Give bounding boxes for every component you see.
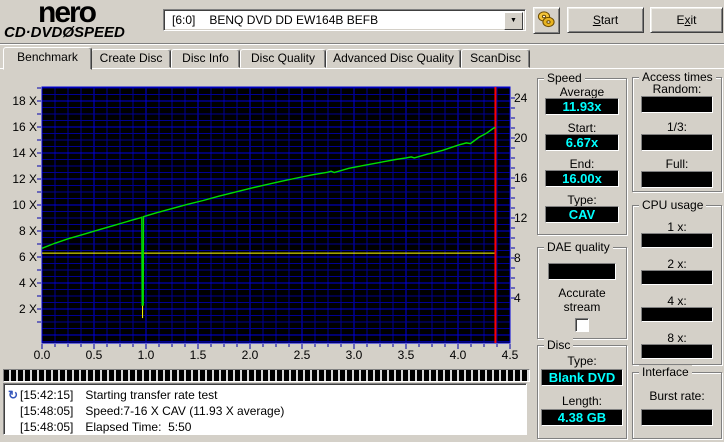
disc-panel: Disc Type: Blank DVD Length: 4.38 GB — [537, 338, 627, 439]
type-label: Type: — [567, 193, 597, 207]
cpu-8x-label: 8 x: — [667, 331, 687, 345]
y-left-tick: 8 X — [18, 224, 37, 238]
x-axis-tick: 4.0 — [449, 348, 467, 362]
tab-scandisc[interactable]: ScanDisc — [461, 49, 530, 68]
x-axis-tick: 1.0 — [137, 348, 155, 362]
log-entry: [15:48:05] Speed:7-16 X CAV (11.93 X aver… — [20, 404, 285, 418]
one-third-access-value — [641, 134, 713, 151]
burst-rate-value — [641, 409, 713, 426]
cpu-2x-value — [641, 270, 713, 285]
transfer-rate-chart: 18 X 16 X 14 X 12 X 10 X8 X6 X4 X2 X 24 20 16 12… — [0, 70, 532, 370]
dae-quality-panel: DAE quality Accurate stream — [537, 240, 627, 339]
tab-disc-quality[interactable]: Disc Quality — [240, 49, 326, 68]
cpu-1x-label: 1 x: — [667, 220, 687, 234]
y-left-tick: 10 X — [12, 198, 37, 212]
y-left-tick: 16 X — [12, 120, 37, 134]
disc-type-value: Blank DVD — [541, 369, 623, 386]
tab-disc-info[interactable]: Disc Info — [171, 49, 240, 68]
drive-name: BENQ DVD DD EW164B BEFB — [209, 13, 379, 27]
full-access-value — [641, 171, 713, 188]
toolbar-divider — [0, 43, 724, 45]
y-left-tick: 14 X — [12, 146, 37, 160]
random-access-label: Random: — [652, 82, 702, 96]
cpu-4x-label: 4 x: — [667, 294, 687, 308]
accurate-stream-label: Accurate stream — [558, 286, 606, 314]
toolbar: nero CD·DVDØSPEED [6:0] BENQ DVD DD EW164… — [0, 0, 724, 43]
interface-panel-title: Interface — [639, 365, 692, 379]
exit-button[interactable]: Exit — [650, 7, 723, 33]
progress-bar — [3, 369, 530, 382]
x-axis-tick: 0.0 — [33, 348, 51, 362]
chart-canvas — [37, 86, 515, 349]
logo-cddvdspeed-text: CD·DVDØSPEED — [4, 24, 125, 41]
speed-type-value: CAV — [545, 206, 619, 223]
disc-type-label: Type: — [567, 354, 597, 368]
disc-panel-title: Disc — [544, 338, 574, 352]
start-speed-value: 6.67x — [545, 134, 619, 151]
random-access-value — [641, 96, 713, 113]
gold-discs-icon — [537, 10, 555, 27]
speed-panel: Speed Average 11.93x Start: 6.67x End: 1… — [537, 71, 627, 235]
end-label: End: — [569, 157, 595, 171]
one-third-access-label: 1/3: — [666, 120, 687, 134]
x-axis-tick: 3.5 — [397, 348, 415, 362]
x-axis-tick: 2.5 — [293, 348, 311, 362]
burst-rate-label: Burst rate: — [649, 389, 705, 403]
disc-tools-button[interactable] — [533, 7, 560, 34]
cpu-8x-value — [641, 344, 713, 359]
cpu-usage-panel: CPU usage 1 x: 2 x: 4 x: 8 x: — [632, 198, 722, 365]
y-left-tick: 12 X — [12, 172, 37, 186]
start-label: Start: — [567, 121, 597, 135]
tab-bar: Benchmark Create Disc Disc Info Disc Qua… — [0, 47, 724, 70]
full-access-label: Full: — [665, 157, 689, 171]
dae-quality-value — [548, 263, 616, 280]
test-status-icon: ↻ — [7, 388, 19, 402]
y-left-tick: 6 X — [18, 250, 37, 264]
y-left-tick: 2 X — [18, 302, 37, 316]
disc-length-label: Length: — [561, 394, 603, 408]
y-left-tick: 18 X — [12, 94, 37, 108]
tab-benchmark[interactable]: Benchmark — [3, 47, 92, 70]
log-listbox: ↻ [15:42:15] Starting transfer rate test [… — [3, 383, 527, 435]
start-button[interactable]: Start — [567, 7, 644, 33]
log-entry: [15:48:05] Elapsed Time: 5:50 — [20, 420, 192, 434]
x-axis-tick: 0.5 — [85, 348, 103, 362]
cpu-usage-title: CPU usage — [639, 198, 707, 212]
speed-panel-title: Speed — [544, 71, 585, 85]
cpu-1x-value — [641, 233, 713, 248]
log-entry: ↻ [15:42:15] Starting transfer rate test — [7, 388, 218, 402]
x-axis-tick: 2.0 — [241, 348, 259, 362]
app-logo: nero CD·DVDØSPEED — [2, 0, 152, 42]
x-axis-tick: 3.0 — [345, 348, 363, 362]
tab-advanced-disc-quality[interactable]: Advanced Disc Quality — [326, 49, 461, 68]
average-label: Average — [559, 85, 605, 99]
x-axis-tick: 4.5 — [501, 348, 519, 362]
accurate-stream-checkbox[interactable] — [575, 318, 589, 332]
tab-create-disc[interactable]: Create Disc — [91, 49, 171, 68]
average-speed-value: 11.93x — [545, 98, 619, 115]
dropdown-arrow-icon[interactable]: ▼ — [504, 12, 523, 30]
y-left-tick: 4 X — [18, 276, 37, 290]
cpu-2x-label: 2 x: — [667, 257, 687, 271]
drive-id: [6:0] — [172, 13, 196, 27]
cpu-4x-value — [641, 307, 713, 322]
drive-select[interactable]: [6:0] BENQ DVD DD EW164B BEFB ▼ — [163, 9, 526, 31]
end-speed-value: 16.00x — [545, 170, 619, 187]
access-times-panel: Access times Random: 1/3: Full: — [632, 70, 722, 192]
interface-panel: Interface Burst rate: — [632, 365, 722, 439]
disc-length-value: 4.38 GB — [541, 409, 623, 426]
dae-quality-title: DAE quality — [544, 240, 613, 254]
x-axis-tick: 1.5 — [189, 348, 207, 362]
